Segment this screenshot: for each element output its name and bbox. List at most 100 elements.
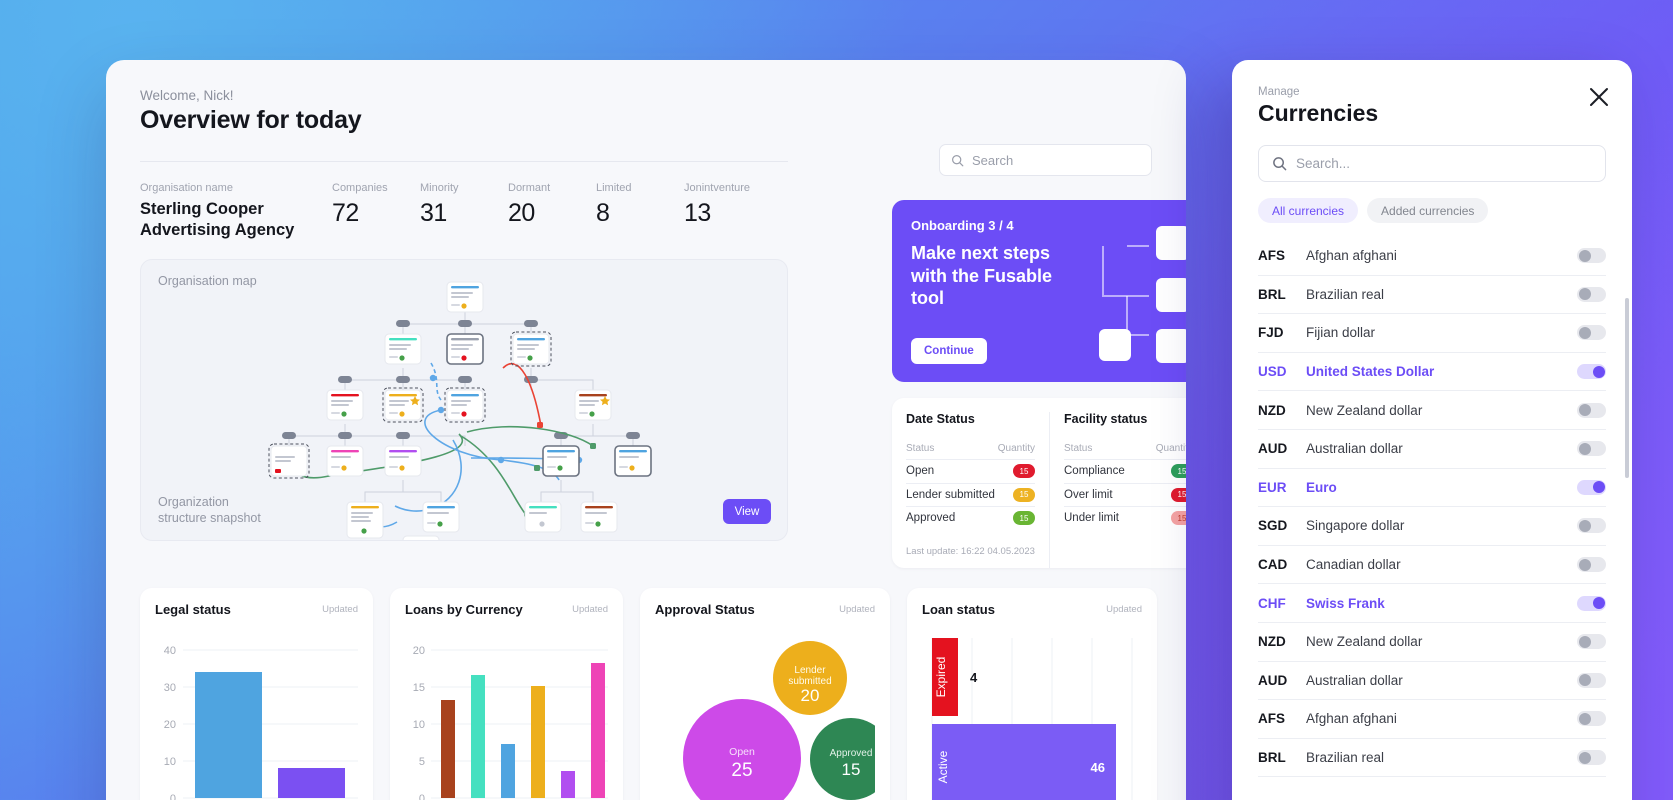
legal-status-chart-card: Legal status Updated 4030 20100 Formal L… bbox=[140, 588, 373, 800]
list-item[interactable]: BRL Brazilian real bbox=[1258, 276, 1606, 315]
svg-text:Active: Active bbox=[936, 750, 950, 783]
organisation-map-card[interactable]: Organisation map Organization structure … bbox=[140, 259, 788, 542]
currency-toggle[interactable] bbox=[1577, 479, 1606, 495]
list-item[interactable]: EUR Euro bbox=[1258, 469, 1606, 508]
stat-label: Dormant bbox=[508, 182, 551, 194]
list-item[interactable]: SGD Singapore dollar bbox=[1258, 507, 1606, 546]
currency-tabs: All currencies Added currencies bbox=[1258, 198, 1606, 223]
currency-toggle[interactable] bbox=[1577, 672, 1606, 688]
status-badge: 15 bbox=[1171, 511, 1186, 526]
close-icon[interactable] bbox=[1588, 86, 1610, 108]
status-badge: 15 bbox=[1013, 511, 1035, 526]
currency-code: AUD bbox=[1258, 672, 1288, 688]
currency-code: NZD bbox=[1258, 634, 1286, 650]
bar-formal-loan bbox=[195, 672, 262, 798]
currency-code: FJD bbox=[1258, 325, 1284, 341]
bar-active bbox=[932, 724, 1116, 800]
search-icon bbox=[952, 154, 964, 166]
svg-text:15: 15 bbox=[842, 760, 861, 779]
approval-status-chart-card: Approval Status Updated Lender submitted… bbox=[640, 588, 890, 800]
currency-name: Brazilian real bbox=[1306, 750, 1385, 766]
svg-text:5: 5 bbox=[419, 756, 425, 768]
list-item[interactable]: CAD Canadian dollar bbox=[1258, 546, 1606, 585]
currency-search-placeholder: Search... bbox=[1296, 156, 1351, 171]
list-item[interactable]: BRL Brazilian real bbox=[1258, 739, 1606, 778]
svg-text:4: 4 bbox=[970, 670, 978, 685]
svg-text:0: 0 bbox=[419, 793, 425, 800]
list-item[interactable]: AUD Australian dollar bbox=[1258, 662, 1606, 701]
tab-all-currencies[interactable]: All currencies bbox=[1258, 198, 1359, 223]
stat-dormant: Dormant 20 bbox=[508, 182, 596, 228]
currency-toggle[interactable] bbox=[1577, 248, 1606, 264]
stat-label: Limited bbox=[596, 182, 632, 194]
currency-toggle[interactable] bbox=[1577, 286, 1606, 302]
currency-name: New Zealand dollar bbox=[1306, 634, 1423, 650]
tab-added-currencies[interactable]: Added currencies bbox=[1367, 198, 1489, 223]
drawer-title: Currencies bbox=[1258, 100, 1379, 126]
currency-code: SGD bbox=[1258, 518, 1288, 534]
status-label: Lender submitted bbox=[906, 488, 995, 501]
currency-toggle[interactable] bbox=[1577, 634, 1606, 650]
status-label: Compliance bbox=[1064, 465, 1125, 478]
list-item[interactable]: USD United States Dollar bbox=[1258, 353, 1606, 392]
list-item[interactable]: NZD New Zealand dollar bbox=[1258, 391, 1606, 430]
stat-label: Jonintventure bbox=[684, 182, 751, 194]
currency-toggle[interactable] bbox=[1577, 402, 1606, 418]
currency-search-input[interactable]: Search... bbox=[1258, 145, 1606, 182]
currency-toggle[interactable] bbox=[1577, 518, 1606, 534]
currency-name: Australian dollar bbox=[1306, 672, 1403, 688]
currency-code: BRL bbox=[1258, 750, 1286, 766]
stat-organisation: Organisation name Sterling Cooper Advert… bbox=[140, 182, 332, 241]
loan-status-chart-card: Loan status Updated Expired 4 Active 46 … bbox=[907, 588, 1157, 800]
list-item[interactable]: AFS Afghan afghani bbox=[1258, 237, 1606, 276]
status-label: Over limit bbox=[1064, 488, 1113, 501]
currency-toggle[interactable] bbox=[1577, 441, 1606, 457]
currency-toggle[interactable] bbox=[1577, 325, 1606, 341]
svg-text:30: 30 bbox=[164, 682, 176, 694]
currency-toggle[interactable] bbox=[1577, 595, 1606, 611]
stat-limited: Limited 8 bbox=[596, 182, 684, 228]
loans-by-currency-chart-card: Loans by Currency Updated 20 15 10 5 0 bbox=[390, 588, 623, 800]
status-badge: 15 bbox=[1013, 487, 1035, 502]
col-quantity: Quantity bbox=[997, 443, 1035, 454]
table-row: Over limit 15 bbox=[1064, 482, 1186, 507]
currency-name: Fijian dollar bbox=[1306, 325, 1376, 341]
list-item[interactable]: FJD Fijian dollar bbox=[1258, 314, 1606, 353]
list-item[interactable]: NZD New Zealand dollar bbox=[1258, 623, 1606, 662]
currency-name: Australian dollar bbox=[1306, 441, 1403, 457]
search-input[interactable]: Search bbox=[939, 144, 1152, 176]
currency-toggle[interactable] bbox=[1577, 364, 1606, 380]
stat-label: Companies bbox=[332, 182, 388, 194]
currency-toggle[interactable] bbox=[1577, 711, 1606, 727]
stat-label: Organisation name bbox=[140, 182, 233, 194]
currency-toggle[interactable] bbox=[1577, 557, 1606, 573]
organisation-structure-label: Organization structure snapshot bbox=[158, 494, 261, 525]
bar-missing-loan bbox=[278, 768, 345, 798]
chart-updated-label: Updated bbox=[572, 604, 608, 615]
continue-button[interactable]: Continue bbox=[911, 338, 987, 364]
currency-code: EUR bbox=[1258, 479, 1287, 495]
currency-code: BRL bbox=[1258, 286, 1286, 302]
view-map-button[interactable]: View bbox=[723, 499, 771, 525]
currency-toggle[interactable] bbox=[1577, 750, 1606, 766]
onboarding-square-4 bbox=[1099, 329, 1131, 361]
currency-list-scrollbar[interactable] bbox=[1625, 298, 1629, 478]
onboarding-square-2 bbox=[1156, 278, 1186, 312]
svg-text:10: 10 bbox=[413, 719, 425, 731]
status-label: Open bbox=[906, 465, 935, 478]
stat-value: 8 bbox=[596, 199, 610, 227]
stat-value: 13 bbox=[684, 199, 711, 227]
list-item[interactable]: AFS Afghan afghani bbox=[1258, 700, 1606, 739]
list-item[interactable]: AUD Australian dollar bbox=[1258, 430, 1606, 469]
currency-code: CAD bbox=[1258, 557, 1288, 573]
welcome-text: Welcome, Nick! bbox=[140, 88, 234, 103]
col-status: Status bbox=[906, 443, 935, 454]
currency-code: AFS bbox=[1258, 711, 1285, 727]
onboarding-headline: Make next steps with the Fusable tool bbox=[911, 243, 1053, 309]
currency-name: Afghan afghani bbox=[1306, 248, 1397, 264]
list-item[interactable]: CHF Swiss Frank bbox=[1258, 584, 1606, 623]
currency-name: Canadian dollar bbox=[1306, 557, 1401, 573]
currency-name: Euro bbox=[1306, 479, 1337, 495]
status-label: Under limit bbox=[1064, 512, 1119, 525]
status-badge: 15 bbox=[1171, 487, 1186, 502]
